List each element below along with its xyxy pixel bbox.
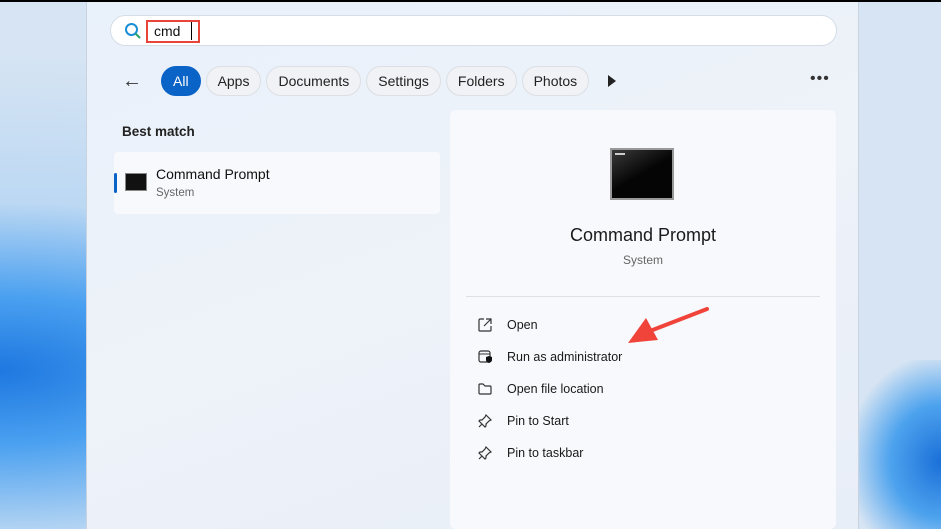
action-label: Open xyxy=(507,318,538,332)
detail-title: Command Prompt xyxy=(569,225,717,245)
result-subtitle: System xyxy=(156,187,195,199)
action-open-file-location[interactable]: Open file location xyxy=(477,381,604,397)
best-match-result[interactable]: Command Prompt System xyxy=(114,152,440,214)
action-pin-to-taskbar[interactable]: Pin to taskbar xyxy=(477,445,583,461)
search-input[interactable]: cmd xyxy=(154,23,180,39)
text-caret xyxy=(191,22,192,40)
action-open[interactable]: Open xyxy=(477,317,538,333)
command-prompt-large-icon xyxy=(610,148,674,200)
command-prompt-icon xyxy=(125,173,147,191)
divider xyxy=(466,296,820,297)
result-title: Command Prompt xyxy=(156,166,270,182)
filter-apps[interactable]: Apps xyxy=(205,66,262,96)
wallpaper-bloom xyxy=(851,360,941,529)
action-pin-to-start[interactable]: Pin to Start xyxy=(477,413,569,429)
filter-photos[interactable]: Photos xyxy=(521,66,590,96)
detail-subtitle: System xyxy=(622,253,663,267)
best-match-heading: Best match xyxy=(122,124,195,139)
folder-icon xyxy=(478,383,492,395)
action-run-as-administrator[interactable]: Run as administrator xyxy=(477,349,622,365)
pin-icon xyxy=(478,413,493,428)
filter-settings[interactable]: Settings xyxy=(366,66,441,96)
more-options-icon[interactable]: ••• xyxy=(810,70,830,88)
filter-all[interactable]: All xyxy=(161,66,201,96)
action-label: Run as administrator xyxy=(507,350,623,364)
action-label: Open file location xyxy=(507,382,604,396)
admin-shield-icon xyxy=(478,350,492,363)
selection-indicator xyxy=(114,173,117,193)
filter-documents[interactable]: Documents xyxy=(266,66,362,96)
pin-icon xyxy=(478,445,493,460)
annotation-arrow-icon xyxy=(628,307,709,343)
search-box[interactable]: cmd xyxy=(110,15,837,46)
open-external-icon xyxy=(478,318,492,332)
action-label: Pin to Start xyxy=(507,414,569,428)
search-icon xyxy=(125,23,141,39)
back-arrow-icon[interactable]: ← xyxy=(122,70,150,93)
search-panel: cmd ← All Apps Documents Settings Folder… xyxy=(86,2,859,529)
filter-bar: ← All Apps Documents Settings Folders Ph… xyxy=(122,66,617,96)
action-label: Pin to taskbar xyxy=(507,446,584,460)
filter-folders[interactable]: Folders xyxy=(445,66,517,96)
more-filters-play-icon[interactable] xyxy=(608,75,617,87)
